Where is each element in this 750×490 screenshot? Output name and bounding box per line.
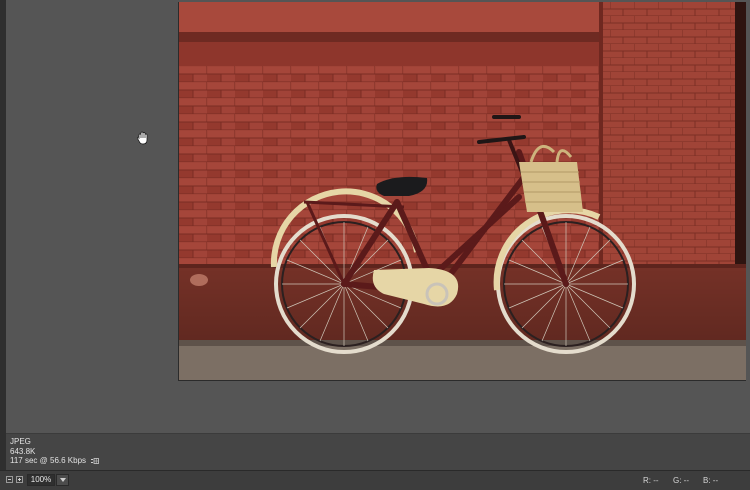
file-size-label: 643.8K <box>10 446 36 456</box>
zoom-out-icon[interactable] <box>6 476 13 483</box>
optimization-info-panel: JPEG 643.8K 117 sec @ 56.6 Kbps <box>6 433 750 470</box>
file-format-label: JPEG <box>10 437 31 446</box>
optimize-menu-icon[interactable] <box>91 457 99 464</box>
download-time-label: 117 sec @ 56.6 Kbps <box>10 456 99 466</box>
chevron-down-icon[interactable] <box>56 474 69 486</box>
hand-cursor-icon <box>136 131 148 145</box>
zoom-in-icon[interactable] <box>16 476 23 483</box>
green-value: G: -- <box>673 476 689 485</box>
red-value: R: -- <box>643 476 659 485</box>
preview-image <box>178 2 746 381</box>
blue-value: B: -- <box>703 476 719 485</box>
status-bar: 100% R: -- G: -- B: -- <box>0 470 750 490</box>
zoom-level-field[interactable]: 100% <box>27 474 55 486</box>
